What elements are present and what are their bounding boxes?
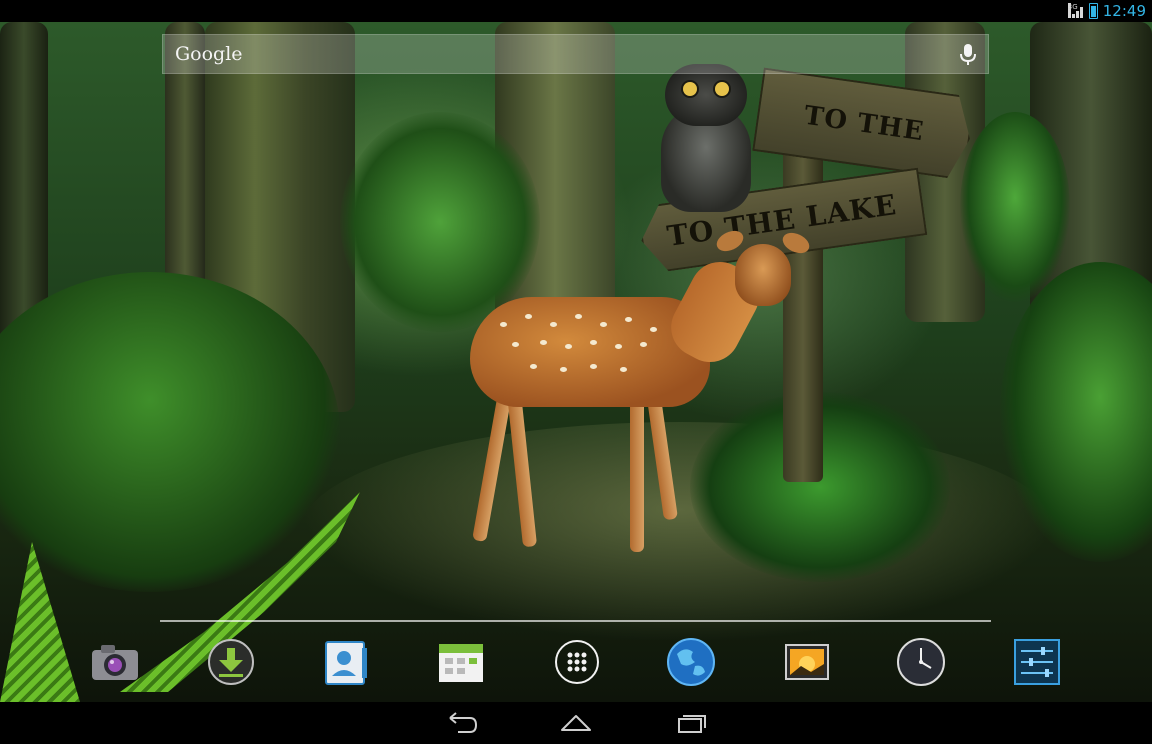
clock-icon[interactable] [895,636,947,688]
mic-icon[interactable] [958,43,978,67]
bush [340,112,540,332]
search-label[interactable]: Google [175,43,243,65]
home-icon[interactable] [558,710,594,736]
settings-icon[interactable] [1011,636,1063,688]
app-drawer-icon[interactable] [551,636,603,688]
owl [655,64,757,214]
google-search-bar[interactable]: Google [162,34,989,74]
bush [960,112,1070,302]
globe-icon[interactable] [665,636,717,688]
navigation-bar [0,702,1152,744]
signal-icon: 3G [1067,3,1084,18]
status-clock: 12:49 [1102,2,1146,20]
wallpaper: TO THE CABIN TO THE LAKE [0,22,1152,702]
camera-icon[interactable] [89,636,141,688]
download-icon[interactable] [205,636,257,688]
battery-icon [1088,3,1098,19]
forest-path [300,422,1060,642]
status-bar: 3G 12:49 [0,0,1152,22]
contacts-icon[interactable] [320,636,372,688]
network-type-label: 3G [1067,3,1078,18]
status-icons: 3G 12:49 [1067,0,1146,22]
hotseat-divider [160,620,991,622]
calendar-icon[interactable] [435,636,487,688]
recents-icon[interactable] [674,710,710,736]
back-icon[interactable] [444,710,480,736]
gallery-icon[interactable] [781,636,833,688]
hotseat [0,628,1152,698]
